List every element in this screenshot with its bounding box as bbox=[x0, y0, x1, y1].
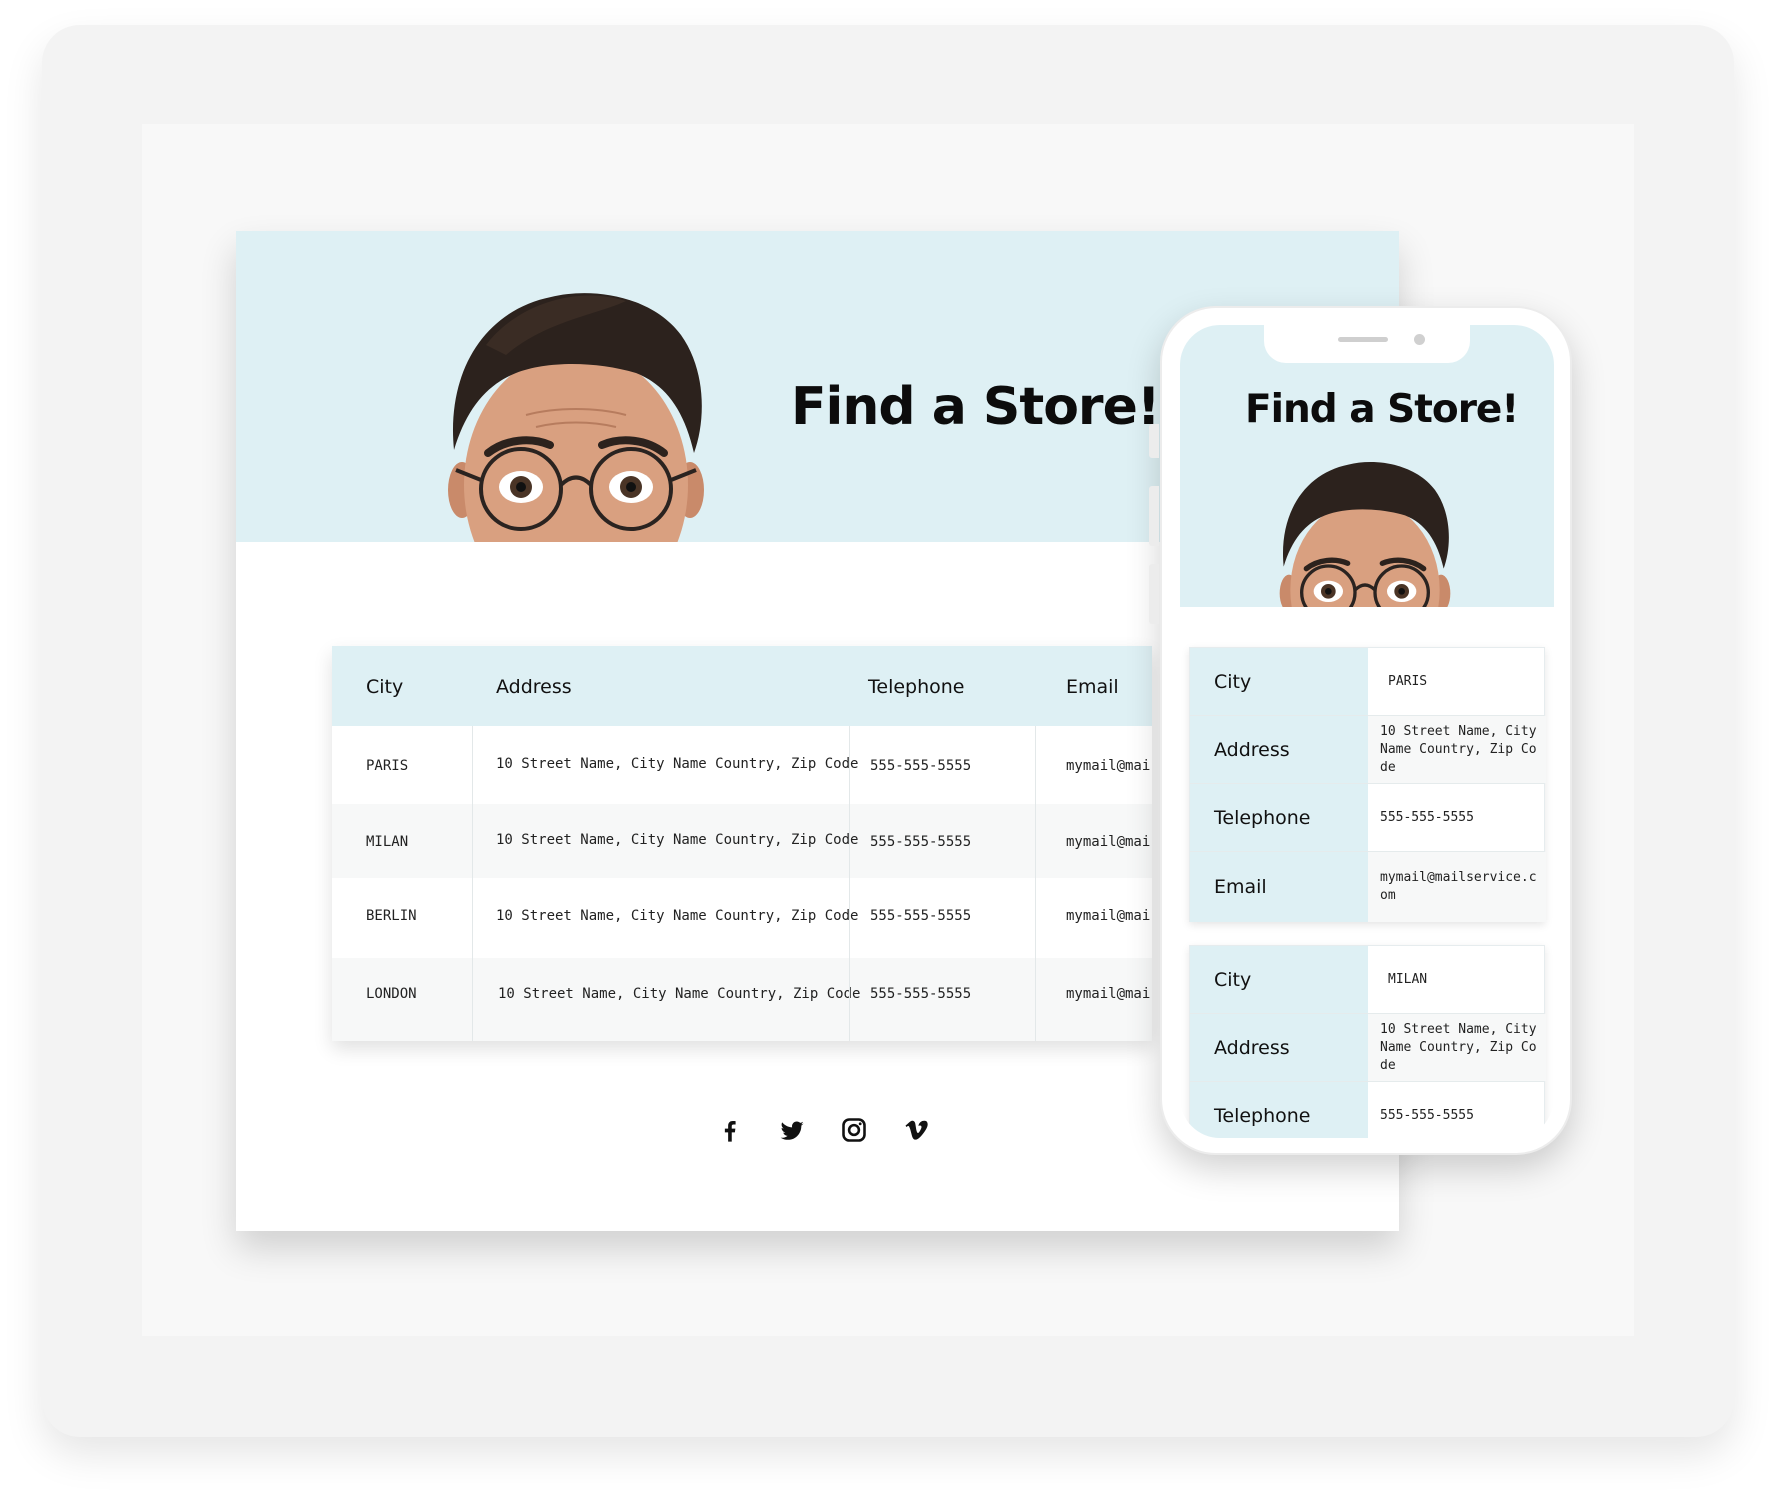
header-email: Email bbox=[1066, 676, 1119, 698]
cell-address: 10 Street Name, City Name Country, Zip C… bbox=[496, 756, 859, 772]
card-value: MILAN bbox=[1388, 971, 1428, 987]
card-label: Telephone bbox=[1190, 784, 1368, 851]
cell-address: 10 Street Name, City Name Country, Zip C… bbox=[496, 832, 859, 848]
twitter-icon[interactable] bbox=[778, 1116, 806, 1144]
card-value: 555-555-5555 bbox=[1380, 809, 1474, 825]
mobile-page-title: Find a Store! bbox=[1245, 387, 1519, 432]
card-label: Email bbox=[1190, 852, 1368, 922]
card-row-city: City MILAN bbox=[1190, 946, 1544, 1014]
card-row-address: Address 10 Street Name, City Name Countr… bbox=[1190, 716, 1546, 784]
mobile-hero-portrait-image bbox=[1265, 450, 1465, 607]
phone-screen: Find a Store! City PARIS Address 10 Stre… bbox=[1180, 325, 1554, 1138]
cell-telephone: 555-555-5555 bbox=[870, 834, 972, 850]
cell-city: BERLIN bbox=[366, 908, 417, 924]
phone-side-button bbox=[1149, 564, 1159, 624]
mobile-hero-banner: Find a Store! bbox=[1180, 325, 1554, 607]
column-divider bbox=[849, 726, 850, 1041]
card-label: Telephone bbox=[1190, 1082, 1368, 1138]
card-label: City bbox=[1190, 946, 1368, 1013]
card-value: 555-555-5555 bbox=[1380, 1107, 1474, 1123]
cell-email[interactable]: mymail@mai bbox=[1066, 986, 1150, 1002]
phone-speaker bbox=[1338, 337, 1388, 342]
cell-email[interactable]: mymail@mai bbox=[1066, 908, 1150, 924]
card-label: Address bbox=[1190, 716, 1368, 783]
header-address: Address bbox=[496, 676, 572, 698]
card-label: City bbox=[1190, 648, 1368, 715]
cell-email[interactable]: mymail@mai bbox=[1066, 834, 1150, 850]
card-row-city: City PARIS bbox=[1190, 648, 1544, 716]
phone-notch bbox=[1264, 325, 1470, 363]
phone-side-button bbox=[1149, 486, 1159, 546]
page-title: Find a Store! bbox=[791, 377, 1161, 437]
card-label: Address bbox=[1190, 1014, 1368, 1081]
card-row-telephone: Telephone 555-555-5555 bbox=[1190, 784, 1544, 852]
cell-telephone: 555-555-5555 bbox=[870, 986, 972, 1002]
vimeo-icon[interactable] bbox=[902, 1116, 930, 1144]
table-row: BERLIN 10 Street Name, City Name Country… bbox=[332, 878, 1152, 958]
card-value: 10 Street Name, City Name Country, Zip C… bbox=[1368, 1014, 1546, 1081]
store-card: City MILAN Address 10 Street Name, City … bbox=[1189, 945, 1546, 1138]
card-value: 10 Street Name, City Name Country, Zip C… bbox=[1368, 716, 1546, 783]
hero-portrait-image bbox=[426, 275, 726, 542]
instagram-icon[interactable] bbox=[840, 1116, 868, 1144]
column-divider bbox=[1035, 726, 1036, 1041]
column-divider bbox=[472, 726, 473, 1041]
cell-email[interactable]: mymail@mai bbox=[1066, 758, 1150, 774]
phone-side-button bbox=[1149, 424, 1159, 458]
header-city: City bbox=[366, 676, 404, 698]
cell-telephone: 555-555-5555 bbox=[870, 758, 972, 774]
table-row: PARIS 10 Street Name, City Name Country,… bbox=[332, 726, 1152, 804]
cell-city: LONDON bbox=[366, 986, 417, 1002]
cell-telephone: 555-555-5555 bbox=[870, 908, 972, 924]
cell-address: 10 Street Name, City Name Country, Zip C… bbox=[496, 908, 859, 924]
card-row-address: Address 10 Street Name, City Name Countr… bbox=[1190, 1014, 1546, 1082]
table-row: MILAN 10 Street Name, City Name Country,… bbox=[332, 804, 1152, 878]
cell-address: 10 Street Name, City Name Country, Zip C… bbox=[498, 986, 861, 1002]
table-row: LONDON 10 Street Name, City Name Country… bbox=[332, 958, 1152, 1041]
phone-mockup: Find a Store! City PARIS Address 10 Stre… bbox=[1149, 306, 1572, 1155]
social-links bbox=[716, 1116, 946, 1146]
card-row-telephone: Telephone 555-555-5555 bbox=[1190, 1082, 1544, 1138]
cell-city: PARIS bbox=[366, 758, 409, 774]
phone-camera bbox=[1414, 334, 1425, 345]
table-header: City Address Telephone Email bbox=[332, 646, 1152, 726]
card-value: PARIS bbox=[1388, 673, 1428, 689]
store-table: City Address Telephone Email PARIS 10 St… bbox=[332, 646, 1152, 1041]
cell-city: MILAN bbox=[366, 834, 409, 850]
card-row-email: Email mymail@mailservice.com bbox=[1190, 852, 1546, 922]
card-value[interactable]: mymail@mailservice.com bbox=[1368, 852, 1546, 922]
header-telephone: Telephone bbox=[868, 676, 965, 698]
store-card: City PARIS Address 10 Street Name, City … bbox=[1189, 647, 1546, 922]
facebook-icon[interactable] bbox=[716, 1116, 744, 1144]
